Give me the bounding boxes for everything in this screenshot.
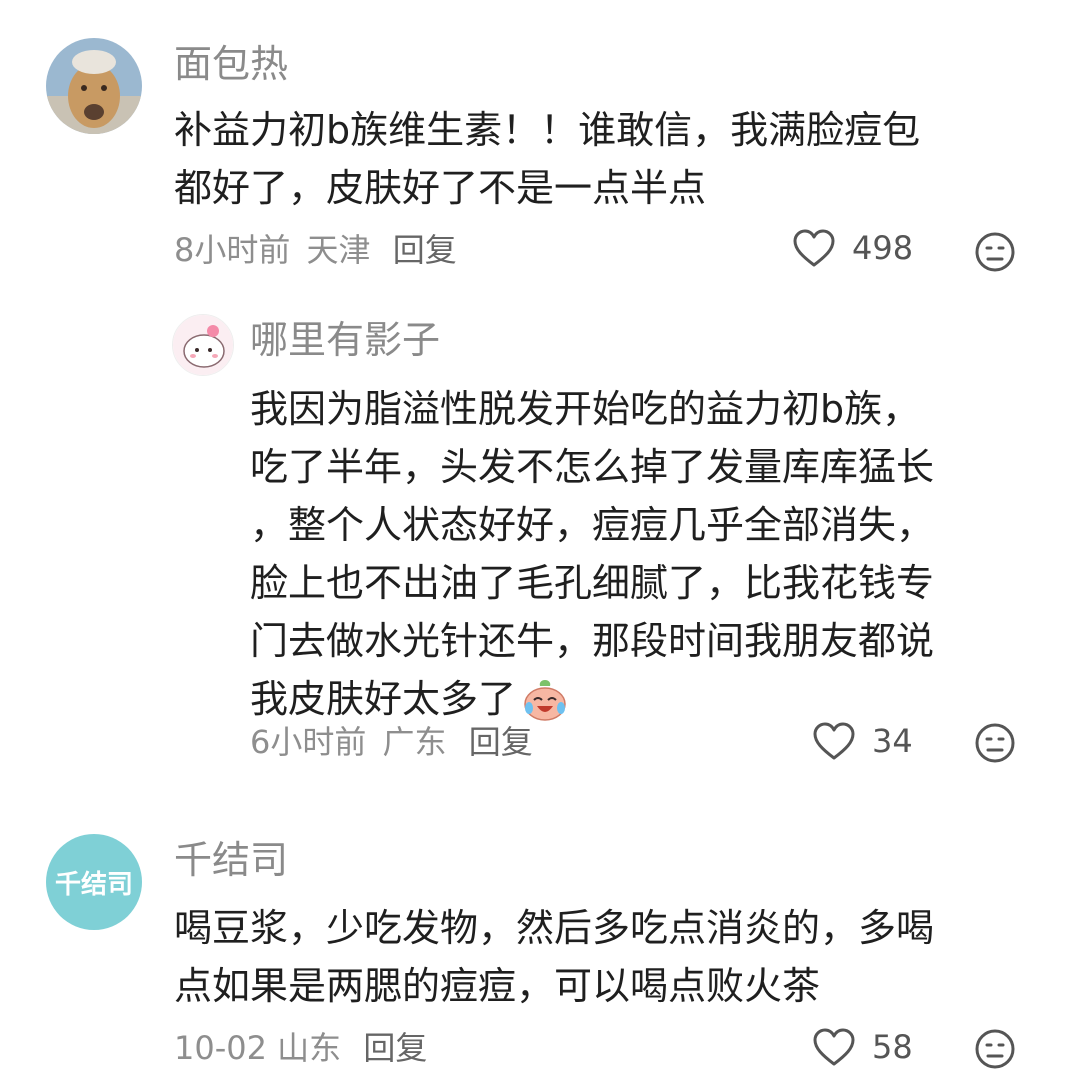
comment-text-line: ，整个人状态好好，痘痘几乎全部消失， bbox=[250, 503, 935, 547]
reply-button[interactable]: 回复 bbox=[469, 723, 533, 761]
comment-text: 喝豆浆，少吃发物，然后多吃点消炎的，多喝 点如果是两腮的痘痘，可以喝点败火茶 bbox=[174, 899, 934, 1015]
dislike-button[interactable] bbox=[974, 231, 1016, 277]
comment-text-line: 吃了半年，头发不怎么掉了发量库库猛长 bbox=[250, 445, 935, 489]
dog-avatar-icon bbox=[46, 38, 142, 134]
meh-face-icon bbox=[975, 1029, 1015, 1069]
heart-outline-icon bbox=[793, 229, 835, 267]
comment-text-line: 补益力初b族维生素！！谁敢信，我满脸痘包 bbox=[174, 108, 921, 152]
comment-text-line: 我皮肤好太多了 bbox=[250, 670, 934, 728]
comment-text-line: 脸上也不出油了毛孔细腻了，比我花钱专 bbox=[250, 561, 935, 605]
like-count: 58 bbox=[872, 1028, 913, 1066]
crying-laugh-emoji bbox=[524, 680, 566, 721]
reply-button[interactable]: 回复 bbox=[393, 231, 457, 269]
reply-button[interactable]: 回复 bbox=[363, 1029, 427, 1067]
comment-time: 6小时前 bbox=[250, 723, 367, 761]
heart-outline-icon bbox=[813, 722, 855, 760]
meh-face-icon bbox=[975, 232, 1015, 272]
comment-time: 8小时前 bbox=[174, 231, 291, 269]
comment-text-line: 门去做水光针还牛，那段时间我朋友都说 bbox=[250, 619, 935, 663]
comment-text: 我因为脂溢性脱发开始吃的益力初b族， 吃了半年，头发不怎么掉了发量库库猛长 ，整… bbox=[250, 380, 934, 728]
comment-username[interactable]: 千结司 bbox=[174, 836, 288, 884]
comment-location: 山东 bbox=[277, 1029, 342, 1067]
dislike-button[interactable] bbox=[974, 722, 1016, 768]
avatar[interactable] bbox=[46, 38, 142, 134]
comment-text-line: 我因为脂溢性脱发开始吃的益力初b族， bbox=[250, 387, 921, 431]
comment-text-line-body: 我皮肤好太多了 bbox=[250, 677, 517, 721]
comment-text: 补益力初b族维生素！！谁敢信，我满脸痘包 都好了，皮肤好了不是一点半点 bbox=[174, 101, 920, 217]
cartoon-avatar-icon bbox=[173, 315, 233, 375]
comment-time: 10-02 bbox=[174, 1029, 267, 1067]
comment-location: 天津 bbox=[306, 231, 371, 269]
comment-text-line: 都好了，皮肤好了不是一点半点 bbox=[174, 166, 707, 210]
dislike-button[interactable] bbox=[974, 1028, 1016, 1074]
comment-meta: 8小时前 天津 回复 bbox=[174, 230, 457, 270]
meh-face-icon bbox=[975, 723, 1015, 763]
comment-meta: 6小时前 广东 回复 bbox=[250, 722, 533, 762]
comment-meta: 10-02 山东 回复 bbox=[174, 1028, 427, 1068]
like-button[interactable]: 58 bbox=[812, 1027, 913, 1067]
comment-location: 广东 bbox=[382, 723, 447, 761]
avatar-text: 千结司 bbox=[54, 869, 133, 900]
heart-outline-icon bbox=[813, 1028, 855, 1066]
like-button[interactable]: 498 bbox=[792, 228, 913, 268]
like-count: 34 bbox=[872, 722, 913, 760]
comment-text-line: 喝豆浆，少吃发物，然后多吃点消炎的，多喝 bbox=[174, 906, 935, 950]
comment-username[interactable]: 面包热 bbox=[174, 40, 288, 88]
like-count: 498 bbox=[852, 229, 914, 267]
avatar[interactable] bbox=[172, 314, 234, 376]
comment-username[interactable]: 哪里有影子 bbox=[250, 316, 440, 364]
avatar[interactable]: 千结司 bbox=[46, 834, 142, 930]
comment-text-line: 点如果是两腮的痘痘，可以喝点败火茶 bbox=[174, 964, 821, 1008]
like-button[interactable]: 34 bbox=[812, 721, 913, 761]
